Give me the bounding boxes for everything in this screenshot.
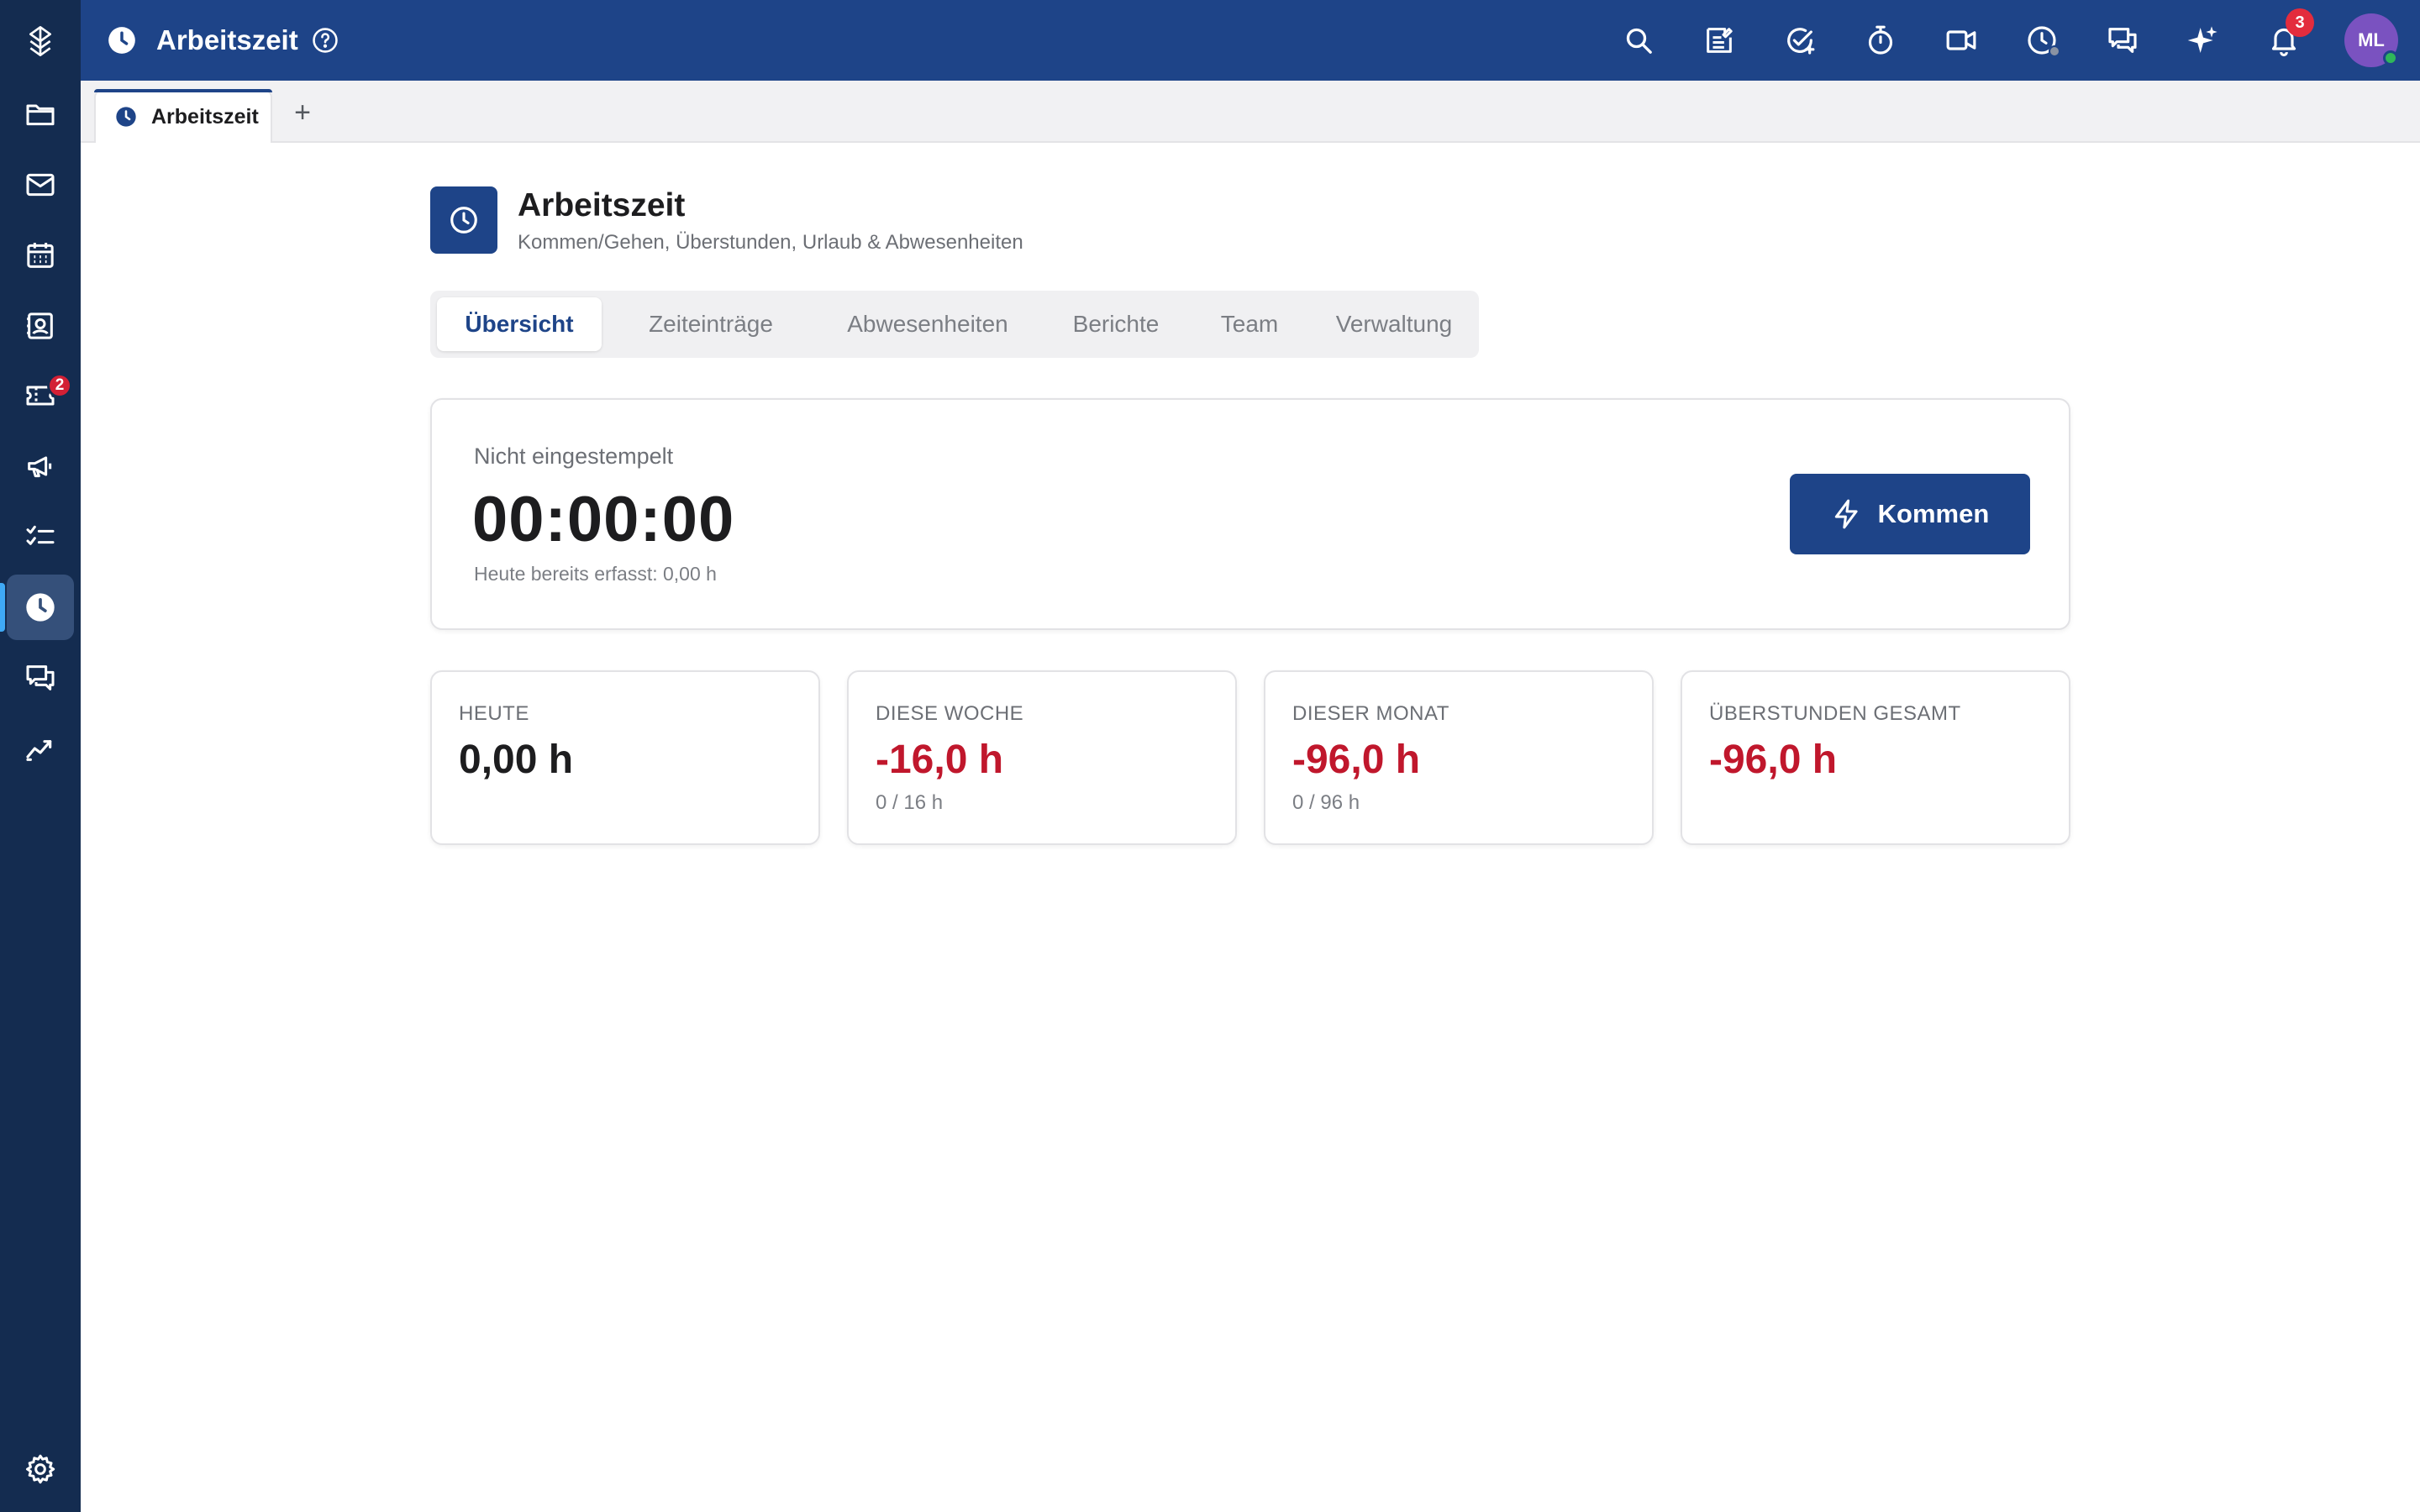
megaphone-icon[interactable] [7, 433, 74, 499]
stat-label: DIESE WOCHE [876, 702, 1024, 725]
time-status-icon[interactable] [2022, 20, 2062, 60]
today-recorded: Heute bereits erfasst: 0,00 h [474, 563, 717, 585]
stat-value: -16,0 h [876, 738, 1004, 782]
clock-icon [108, 27, 135, 54]
clock-status: Nicht eingestempelt [474, 444, 674, 469]
status-dot [2049, 45, 2060, 57]
tab-verwaltung[interactable]: Verwaltung [1316, 297, 1472, 351]
app-window: 2 Arbeitszeit 3 ML Arbeitszeit + Arbeits… [0, 0, 2420, 1512]
stat-value: 0,00 h [459, 738, 574, 782]
avatar-initials: ML [2358, 29, 2385, 50]
tab-arbeitszeit[interactable]: Arbeitszeit [94, 89, 272, 143]
stat-card-heute: HEUTE 0,00 h [430, 670, 820, 845]
tickets-badge: 2 [47, 373, 72, 398]
page-clock-icon [430, 186, 497, 254]
tab-strip: Arbeitszeit + [81, 81, 2420, 143]
stat-card-dieser-monat: DIESER MONAT -96,0 h 0 / 96 h [1264, 670, 1654, 845]
stat-value: -96,0 h [1709, 738, 1838, 782]
online-status-dot [2383, 50, 2398, 66]
contacts-icon[interactable] [7, 293, 74, 359]
checklist-icon[interactable] [7, 504, 74, 570]
tab-label: Arbeitszeit [151, 104, 259, 129]
help-icon[interactable] [311, 26, 339, 55]
page-subtitle: Kommen/Gehen, Überstunden, Urlaub & Abwe… [518, 231, 1023, 254]
stat-value: -96,0 h [1292, 738, 1421, 782]
add-tab-button[interactable]: + [284, 94, 321, 131]
tab-team[interactable]: Team [1197, 297, 1302, 351]
messages-icon[interactable] [2102, 20, 2143, 60]
page-heading: Arbeitszeit [518, 187, 686, 223]
folder-icon[interactable] [7, 81, 74, 147]
stat-label: HEUTE [459, 702, 529, 725]
notification-badge: 3 [2286, 8, 2314, 37]
logo-icon[interactable] [7, 8, 74, 74]
top-bar: Arbeitszeit 3 ML [81, 0, 2420, 81]
chat-icon[interactable] [7, 645, 74, 711]
tab-zeiteintraege[interactable]: Zeiteinträge [615, 297, 807, 351]
clock-icon [116, 107, 136, 127]
stat-sub: 0 / 16 h [876, 791, 944, 814]
lightning-icon [1834, 499, 1858, 529]
analytics-icon[interactable] [7, 716, 74, 781]
task-check-icon[interactable] [1780, 20, 1820, 60]
tab-berichte[interactable]: Berichte [1049, 297, 1183, 351]
tickets-icon[interactable]: 2 [7, 363, 74, 428]
kommen-button[interactable]: Kommen [1790, 474, 2030, 554]
clock-icon[interactable] [0, 575, 74, 640]
search-icon[interactable] [1618, 20, 1659, 60]
ai-sparkle-icon[interactable] [2183, 20, 2223, 60]
section-tabs: Übersicht Zeiteinträge Abwesenheiten Ber… [430, 291, 1479, 358]
timer-display: 00:00:00 [472, 484, 735, 555]
mail-icon[interactable] [7, 152, 74, 218]
video-icon[interactable] [1941, 20, 1981, 60]
stat-card-diese-woche: DIESE WOCHE -16,0 h 0 / 16 h [847, 670, 1237, 845]
kommen-button-label: Kommen [1877, 499, 1990, 528]
clock-in-card: Nicht eingestempelt 00:00:00 Heute berei… [430, 398, 2070, 630]
bell-icon[interactable]: 3 [2264, 8, 2314, 60]
settings-icon[interactable] [7, 1436, 74, 1502]
left-rail: 2 [0, 0, 81, 1512]
stat-sub: 0 / 96 h [1292, 791, 1360, 814]
notes-icon[interactable] [1699, 20, 1739, 60]
tab-uebersicht[interactable]: Übersicht [437, 297, 602, 351]
stat-label: DIESER MONAT [1292, 702, 1449, 725]
calendar-icon[interactable] [7, 223, 74, 288]
stat-card-ueberstunden-gesamt: ÜBERSTUNDEN GESAMT -96,0 h [1681, 670, 2070, 845]
page-title: Arbeitszeit [156, 24, 298, 55]
tab-abwesenheiten[interactable]: Abwesenheiten [820, 297, 1035, 351]
stopwatch-icon[interactable] [1860, 20, 1901, 60]
stat-label: ÜBERSTUNDEN GESAMT [1709, 702, 1961, 725]
